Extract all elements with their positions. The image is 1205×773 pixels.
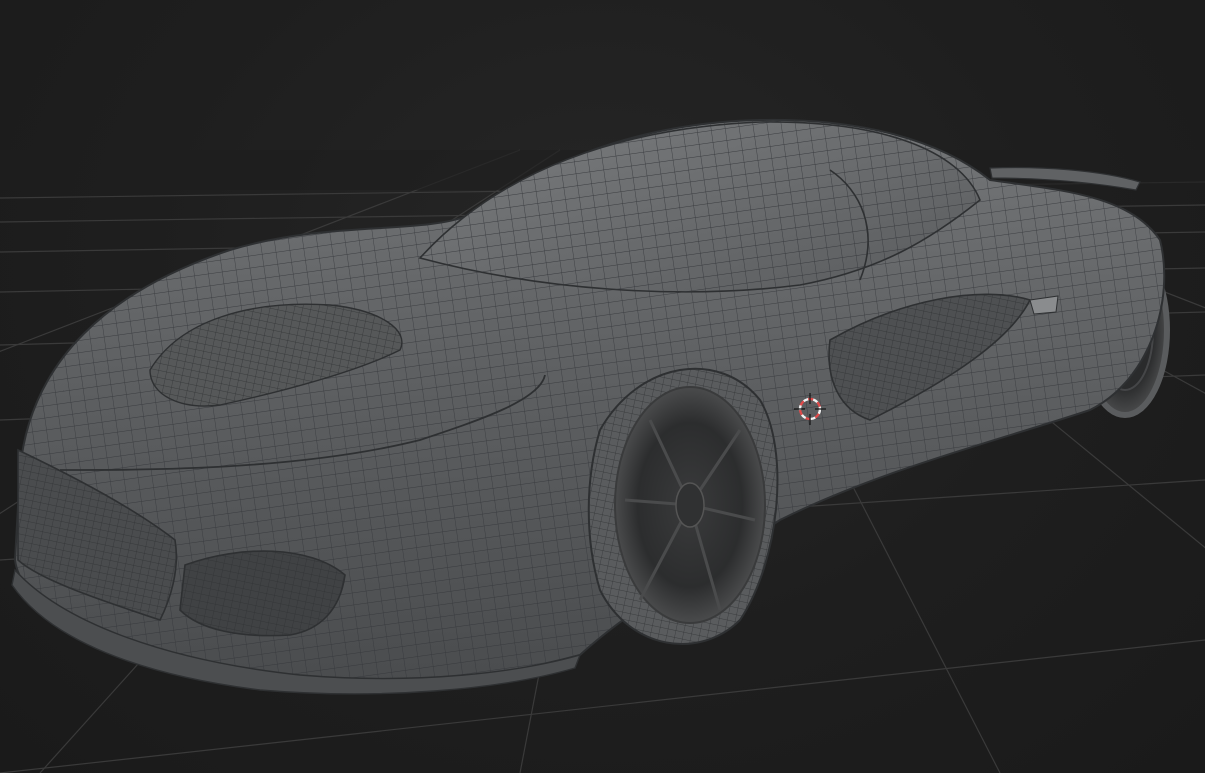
front-wheel [587, 367, 779, 645]
3d-viewport[interactable] [0, 0, 1205, 773]
viewport-canvas[interactable] [0, 0, 1205, 773]
